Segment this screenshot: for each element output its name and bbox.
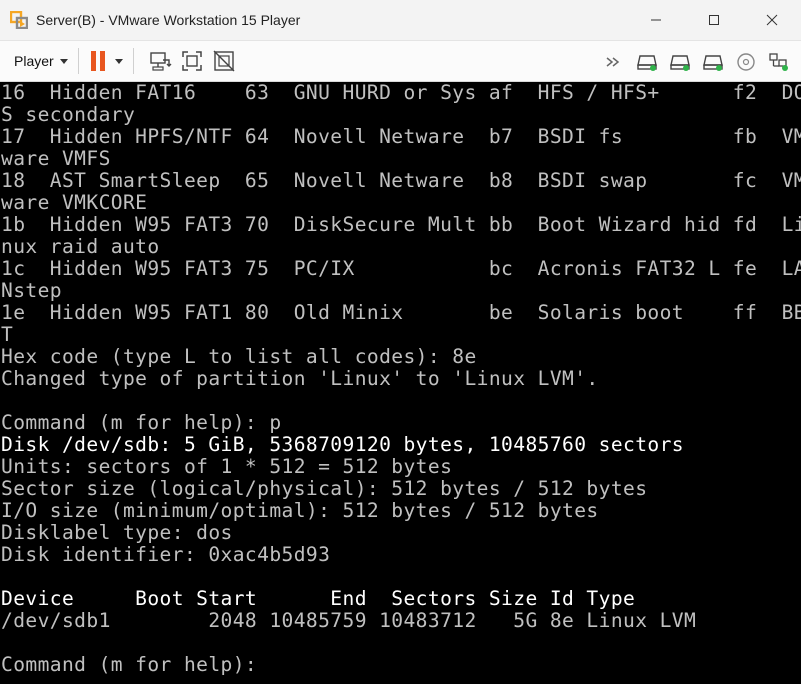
hard-disk-1-button[interactable] (630, 46, 663, 78)
unity-button[interactable] (208, 45, 240, 77)
hard-disk-icon (669, 55, 690, 71)
chevron-down-icon (59, 58, 68, 64)
more-devices-icon (606, 57, 619, 67)
terminal-line: /dev/sdb1 2048 10485759 10483712 5G 8e L… (1, 609, 697, 632)
terminal-line: Disklabel type: dos (1, 521, 233, 544)
terminal-line: Sector size (logical/physical): 512 byte… (1, 477, 648, 500)
network-adapter-icon (768, 53, 788, 71)
maximize-icon (709, 15, 719, 25)
terminal-line: 1b Hidden W95 FAT3 70 DiskSecure Mult bb… (1, 213, 801, 236)
terminal-line: Changed type of partition 'Linux' to 'Li… (1, 367, 599, 390)
toolbar-divider (132, 48, 134, 74)
pause-icon (90, 51, 105, 71)
device-tray (597, 41, 795, 83)
terminal-line: I/O size (minimum/optimal): 512 bytes / … (1, 499, 599, 522)
close-icon (766, 14, 778, 26)
terminal-line: Disk /dev/sdb: 5 GiB, 5368709120 bytes, … (1, 433, 684, 456)
vmware-player-icon (9, 10, 29, 30)
maximize-button[interactable] (685, 0, 743, 40)
window-title: Server(B) - VMware Workstation 15 Player (36, 12, 301, 28)
cd-rom-button[interactable] (729, 46, 762, 78)
toolbar-divider (77, 48, 79, 74)
terminal-line: Device Boot Start End Sectors Size Id Ty… (1, 587, 636, 610)
title-bar: Server(B) - VMware Workstation 15 Player (0, 0, 801, 40)
terminal-line: 16 Hidden FAT16 63 GNU HURD or Sys af HF… (1, 82, 801, 104)
minimize-button[interactable] (627, 0, 685, 40)
terminal-line: 1e Hidden W95 FAT1 80 Old Minix be Solar… (1, 301, 801, 324)
window-controls (627, 0, 801, 40)
ctrl-alt-del-icon (149, 52, 172, 71)
hard-disk-2-button[interactable] (663, 46, 696, 78)
terminal-line: Hex code (type L to list all codes): 8e (1, 345, 477, 368)
hard-disk-icon (702, 55, 723, 71)
terminal-line: Disk identifier: 0xac4b5d93 (1, 543, 331, 566)
fit-guest-button[interactable] (176, 45, 208, 77)
toolbar: Player (0, 40, 801, 82)
terminal-line: Units: sectors of 1 * 512 = 512 bytes (1, 455, 453, 478)
pause-button[interactable] (89, 51, 123, 71)
terminal-line: ware VMFS (1, 147, 111, 170)
player-menu-label: Player (14, 53, 54, 69)
guest-console[interactable]: 16 Hidden FAT16 63 GNU HURD or Sys af HF… (0, 82, 801, 684)
player-menu-button[interactable]: Player (14, 53, 68, 69)
minimize-icon (651, 19, 661, 21)
terminal-line: S secondary (1, 103, 136, 126)
terminal-line: Command (m for help): p (1, 411, 282, 434)
terminal-prompt[interactable]: Command (m for help): (1, 654, 269, 676)
network-adapter-button[interactable] (762, 46, 795, 78)
hard-disk-3-button[interactable] (696, 46, 729, 78)
terminal-line: T (1, 323, 14, 346)
more-devices-button[interactable] (597, 46, 630, 78)
terminal-line: 18 AST SmartSleep 65 Novell Netware b8 B… (1, 169, 801, 192)
terminal-line: nux raid auto (1, 235, 160, 258)
fit-guest-icon (181, 51, 202, 71)
close-button[interactable] (743, 0, 801, 40)
terminal-line: ware VMKCORE (1, 191, 148, 214)
unity-icon (213, 50, 235, 72)
hard-disk-icon (636, 55, 657, 71)
send-ctrl-alt-del-button[interactable] (144, 45, 176, 77)
terminal-line: Nstep (1, 279, 62, 302)
terminal-line: 1c Hidden W95 FAT3 75 PC/IX bc Acronis F… (1, 257, 801, 280)
cd-rom-icon (736, 53, 755, 71)
chevron-down-icon[interactable] (114, 58, 123, 64)
terminal-line: 17 Hidden HPFS/NTF 64 Novell Netware b7 … (1, 125, 801, 148)
